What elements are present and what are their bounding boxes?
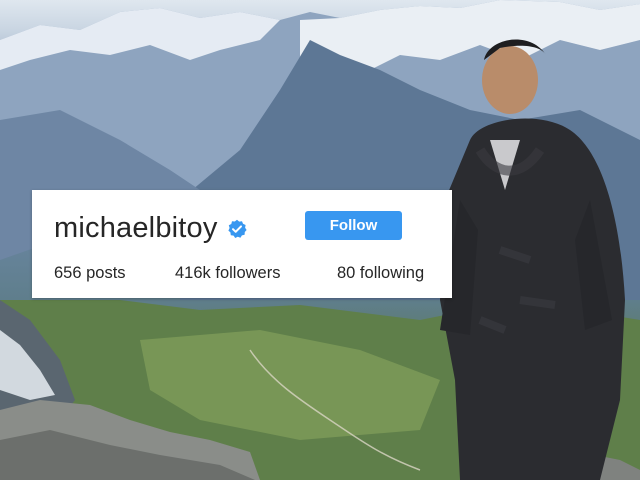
followers-count[interactable]: 416k followers [175,264,280,283]
username[interactable]: michaelbitoy [54,208,218,248]
follow-button[interactable]: Follow [305,211,402,240]
profile-card: michaelbitoy Follow 656 posts 416k follo… [32,190,452,298]
verified-badge-icon [227,219,247,239]
following-count[interactable]: 80 following [337,264,424,283]
profile-stats: 656 posts 416k followers 80 following [54,264,444,288]
background-photo: michaelbitoy Follow 656 posts 416k follo… [0,0,640,480]
posts-count: 656 posts [54,264,126,282]
username-row: michaelbitoy [54,208,247,248]
